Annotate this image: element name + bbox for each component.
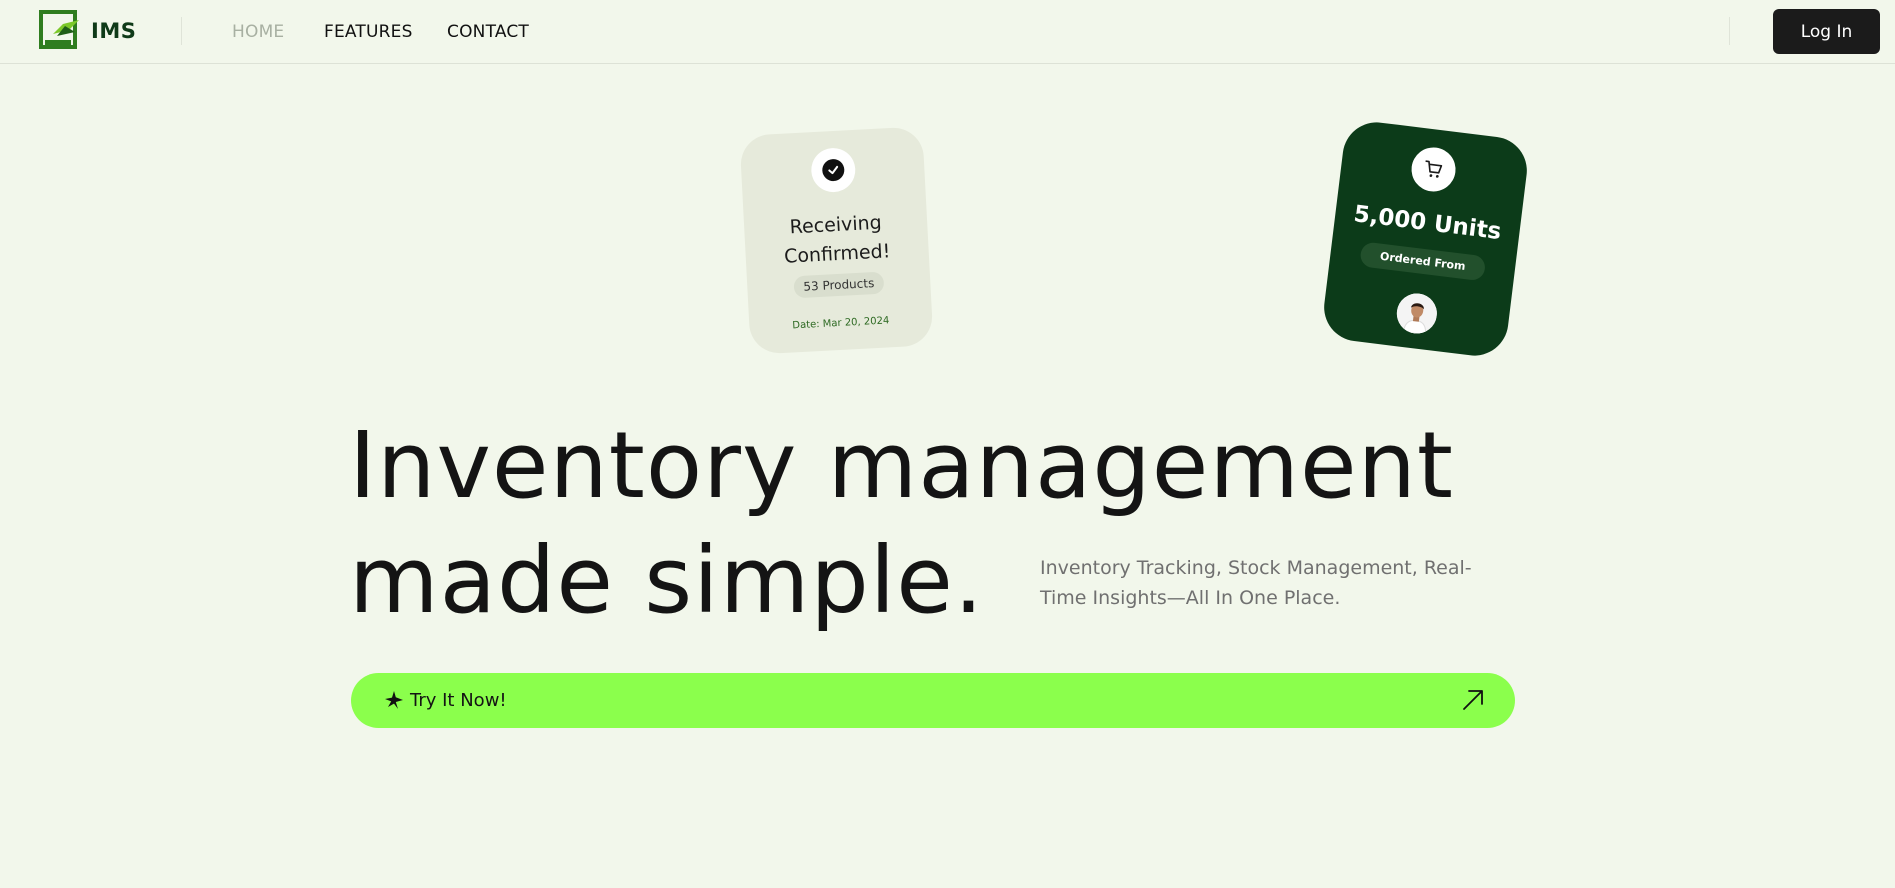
check-badge xyxy=(810,146,857,194)
cart-badge xyxy=(1409,144,1459,194)
ordered-from-badge: Ordered From xyxy=(1358,241,1487,282)
cta-label: Try It Now! xyxy=(410,690,507,711)
brand-name[interactable]: IMS xyxy=(91,19,136,43)
top-navbar: IMS HOME FEATURES CONTACT Log In xyxy=(0,0,1895,64)
order-units: 5,000 Units xyxy=(1352,201,1503,246)
hero-title-line2: made simple. xyxy=(349,527,985,634)
logo-icon[interactable] xyxy=(39,10,81,50)
hero-subtitle: Inventory Tracking, Stock Management, Re… xyxy=(1040,557,1472,609)
products-badge: 53 Products xyxy=(792,271,885,299)
divider xyxy=(1729,17,1730,45)
sparkle-icon xyxy=(385,691,403,709)
cart-icon xyxy=(1425,160,1443,178)
login-button[interactable]: Log In xyxy=(1773,9,1880,54)
hero-title-line1: Inventory management xyxy=(349,412,1454,519)
divider xyxy=(181,17,182,45)
nav-home[interactable]: HOME xyxy=(232,22,284,42)
arrow-up-right-icon xyxy=(1463,690,1483,710)
nav-contact[interactable]: CONTACT xyxy=(447,22,529,42)
check-icon xyxy=(821,158,845,182)
try-it-now-button[interactable]: Try It Now! xyxy=(351,673,1515,728)
receiving-title: Receiving Confirmed! xyxy=(744,206,930,273)
avatar xyxy=(1394,291,1440,336)
receiving-card: Receiving Confirmed! 53 Products Date: M… xyxy=(739,126,934,355)
order-card: 5,000 Units Ordered From xyxy=(1320,118,1531,360)
receiving-date: Date: Mar 20, 2024 xyxy=(792,315,890,332)
nav-features[interactable]: FEATURES xyxy=(324,22,413,42)
